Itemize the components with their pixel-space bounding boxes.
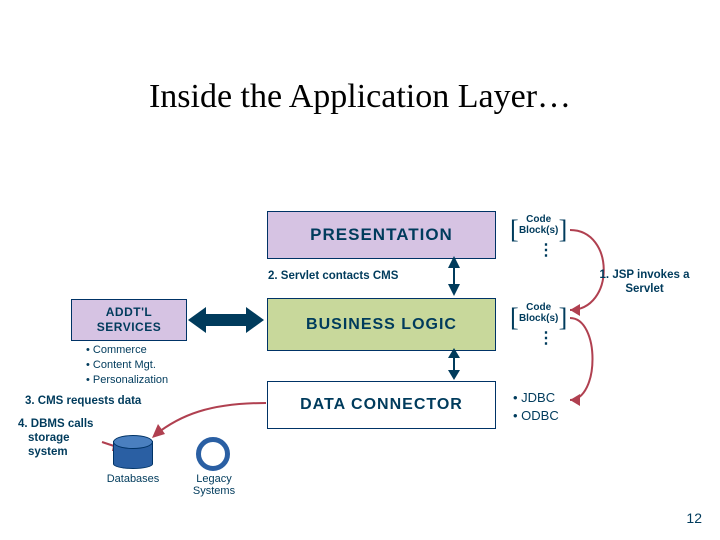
annotation-step4: 4. DBMS calls storage system — [18, 418, 93, 459]
annotation-step2: 2. Servlet contacts CMS — [268, 270, 398, 284]
legacy-systems-label: LegacySystems — [184, 473, 244, 497]
legacy-systems-icon — [196, 437, 230, 471]
ellipsis-icon: ⋮ — [538, 246, 556, 256]
arrow-down-1 — [446, 258, 462, 298]
data-connector-bullets: JDBC ODBC — [513, 389, 559, 424]
arrow-down-2 — [446, 350, 462, 382]
annotation-step1: 1. JSP invokes aServlet — [592, 269, 697, 297]
double-arrow-icon — [188, 303, 264, 337]
business-logic-box: BUSINESS LOGIC — [267, 298, 496, 351]
additional-services-box: ADDT'LSERVICES — [71, 299, 187, 341]
additional-services-label: ADDT'LSERVICES — [72, 305, 186, 335]
additional-services-bullets: Commerce Content Mgt. Personalization — [86, 343, 168, 388]
presentation-box: PRESENTATION — [267, 211, 496, 259]
annotation-step3: 3. CMS requests data — [25, 395, 141, 409]
data-connector-label: DATA CONNECTOR — [268, 396, 495, 414]
slide-number: 12 — [686, 510, 702, 526]
slide-title: Inside the Application Layer… — [0, 78, 720, 116]
data-connector-box: DATA CONNECTOR — [267, 381, 496, 429]
slide: { "title": "Inside the Application Layer… — [0, 0, 720, 540]
code-block-1: [Code Block(s)] — [510, 214, 567, 245]
ellipsis-icon-2: ⋮ — [538, 334, 556, 344]
presentation-label: PRESENTATION — [268, 225, 495, 245]
code-block-2: [Code Block(s)] — [510, 302, 567, 333]
database-label: Databases — [101, 473, 165, 485]
business-logic-label: BUSINESS LOGIC — [268, 316, 495, 334]
database-icon — [113, 435, 153, 469]
